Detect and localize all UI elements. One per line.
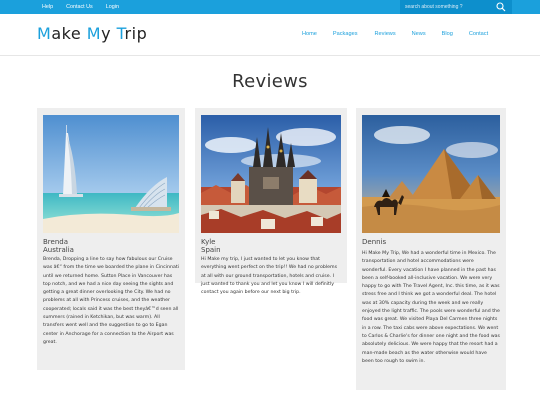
- review-text: Hi Make my trip, I just wanted to let yo…: [201, 257, 338, 296]
- nav-news[interactable]: News: [412, 31, 426, 37]
- top-bar: Help Contact Us Login: [0, 0, 540, 14]
- top-links: Help Contact Us Login: [42, 0, 119, 14]
- nav-home[interactable]: Home: [302, 31, 317, 37]
- reviewer-location: Spain: [201, 246, 221, 254]
- contact-us-link[interactable]: Contact Us: [66, 4, 93, 10]
- dubai-photo: [43, 115, 179, 233]
- review-text: Brenda, Dropping a line to say how fabul…: [43, 257, 179, 345]
- site-logo[interactable]: Make My Trip: [37, 24, 147, 43]
- review-text: Hi Make My Trip, We had a wonderful time…: [362, 251, 500, 364]
- search-box: [400, 0, 512, 14]
- nav-contact[interactable]: Contact: [469, 31, 488, 37]
- review-card-brenda: Brenda Australia Brenda, Dropping a line…: [37, 108, 185, 370]
- reviewer-location: Australia: [43, 246, 74, 254]
- reviewer-name: Kyle: [201, 238, 216, 246]
- help-link[interactable]: Help: [42, 4, 53, 10]
- nav-packages[interactable]: Packages: [333, 31, 358, 37]
- search-input[interactable]: [405, 4, 493, 10]
- review-card-kyle: Kyle Spain Hi Make my trip, I just wante…: [195, 108, 347, 295]
- reviewer-name: Brenda: [43, 238, 69, 246]
- nav-blog[interactable]: Blog: [442, 31, 453, 37]
- reviewer-name: Dennis: [362, 238, 387, 246]
- site-header: Make My Trip Home Packages Reviews News …: [0, 14, 540, 56]
- pyramids-photo: [362, 115, 500, 233]
- main-nav: Home Packages Reviews News Blog Contact: [302, 31, 488, 37]
- prague-photo: [201, 115, 341, 233]
- nav-reviews[interactable]: Reviews: [375, 31, 396, 37]
- search-icon[interactable]: [496, 2, 506, 12]
- page-title: Reviews: [232, 71, 308, 92]
- review-card-dennis: Dennis Hi Make My Trip, We had a wonderf…: [356, 108, 506, 390]
- login-link[interactable]: Login: [106, 4, 119, 10]
